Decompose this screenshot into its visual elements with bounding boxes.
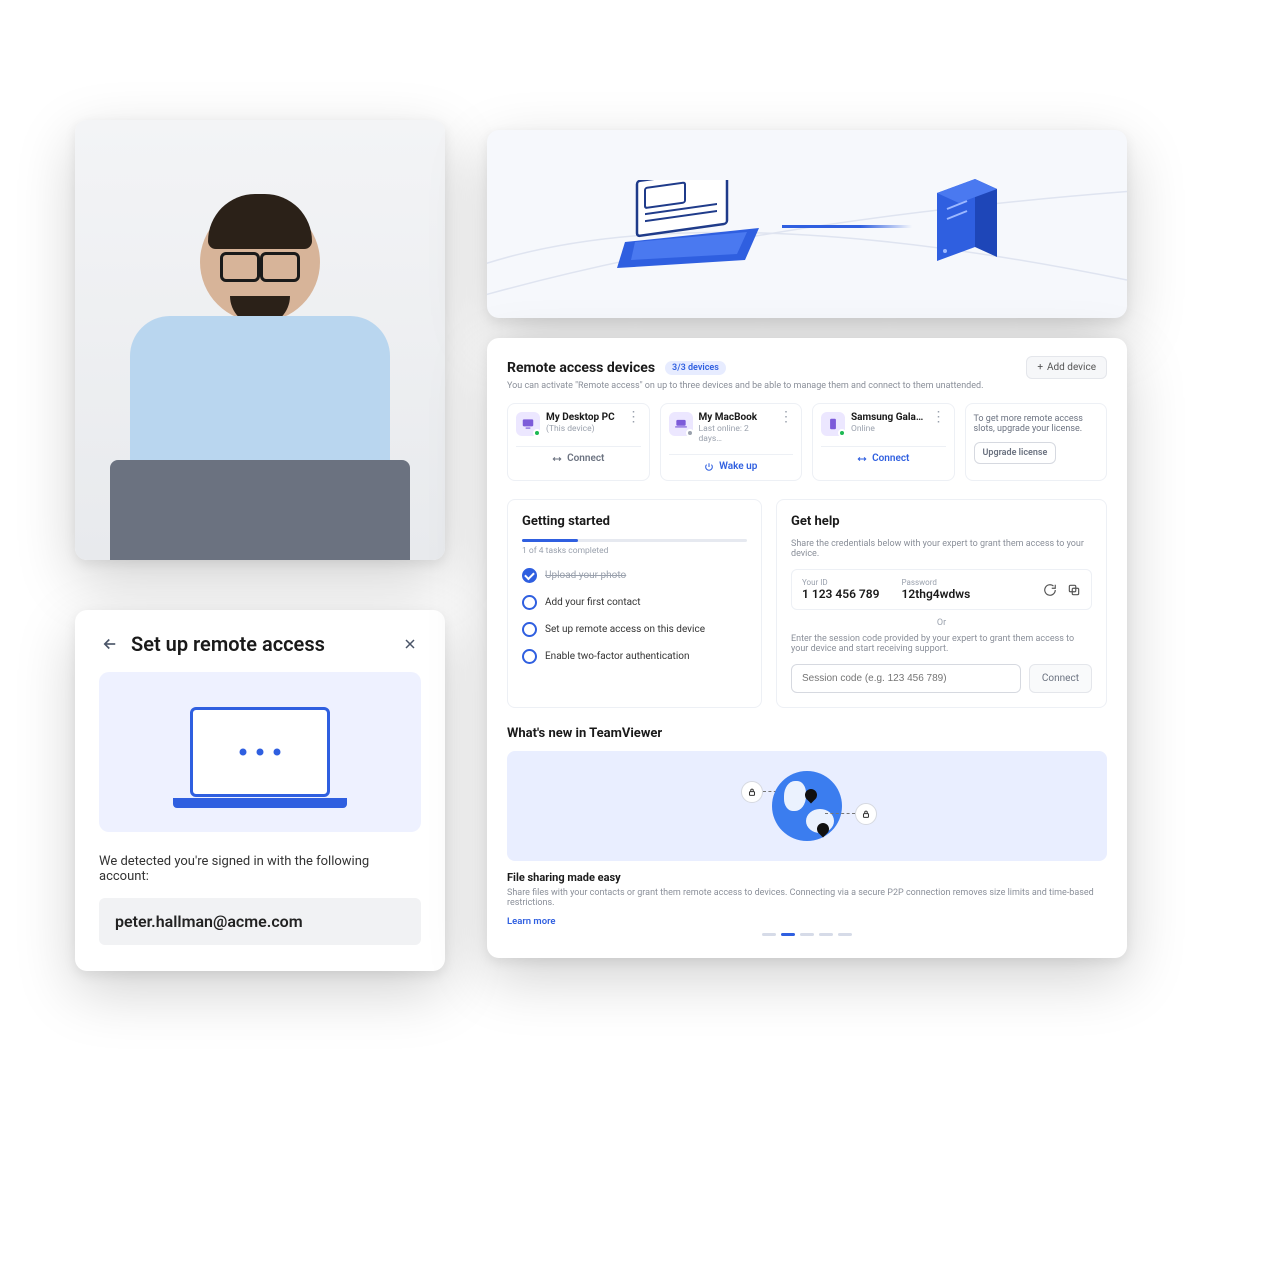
connect-button[interactable]: Connect	[1029, 664, 1092, 693]
task-item[interactable]: Upload your photo	[522, 568, 747, 583]
learn-more-link[interactable]: Learn more	[507, 916, 1107, 927]
device-card: My MacBook Last online: 2 days… ⋮ Wake u…	[660, 403, 803, 481]
getting-started-title: Getting started	[522, 514, 747, 529]
device-name: My MacBook	[699, 412, 774, 424]
carousel-pager[interactable]	[507, 933, 1107, 936]
get-help-enter-text: Enter the session code provided by your …	[791, 634, 1092, 654]
progress-bar	[522, 539, 747, 542]
session-code-input[interactable]	[791, 664, 1021, 693]
getting-started-panel: Getting started 1 of 4 tasks completed U…	[507, 499, 762, 708]
add-device-label: Add device	[1047, 362, 1096, 373]
whats-new-item-title: File sharing made easy	[507, 871, 1107, 884]
credentials-box: Your ID 1 123 456 789 Password 12thg4wdw…	[791, 569, 1092, 610]
globe-icon	[772, 771, 842, 841]
dashboard-card: Remote access devices 3/3 devices + Add …	[487, 338, 1127, 958]
whats-new-banner	[507, 751, 1107, 861]
back-arrow-icon[interactable]	[99, 633, 121, 655]
status-dot-online	[533, 429, 541, 437]
device-status: Last online: 2 days…	[699, 424, 774, 444]
devices-subtitle: You can activate "Remote access" on up t…	[507, 381, 1107, 391]
laptop-icon	[617, 180, 767, 270]
circle-icon	[522, 595, 537, 610]
circle-icon	[522, 649, 537, 664]
task-item[interactable]: Add your first contact	[522, 595, 747, 610]
more-icon[interactable]: ⋮	[779, 412, 793, 422]
upgrade-text: To get more remote access slots, upgrade…	[974, 414, 1099, 434]
password-label: Password	[902, 578, 971, 587]
hero-illustration-card	[487, 130, 1127, 318]
device-card: Samsung Galaxy… Online ⋮ Connect	[812, 403, 955, 481]
get-help-share-text: Share the credentials below with your ex…	[791, 539, 1092, 559]
task-label: Set up remote access on this device	[545, 624, 705, 635]
more-icon[interactable]: ⋮	[627, 412, 641, 422]
whats-new-section: What's new in TeamViewer File sharing ma…	[507, 726, 1107, 936]
background-curves	[487, 130, 1127, 318]
status-dot-offline	[686, 429, 694, 437]
person-illustration	[130, 202, 390, 496]
laptop-illustration	[110, 460, 410, 560]
task-item[interactable]: Enable two-factor authentication	[522, 649, 747, 664]
whats-new-title: What's new in TeamViewer	[507, 726, 1107, 741]
device-connect-button[interactable]: Connect	[821, 446, 946, 464]
add-device-button[interactable]: + Add device	[1026, 356, 1107, 379]
get-help-title: Get help	[791, 514, 1092, 529]
setup-illustration	[99, 672, 421, 832]
or-divider: Or	[791, 618, 1092, 628]
close-icon[interactable]	[399, 633, 421, 655]
task-label: Upload your photo	[545, 570, 626, 581]
devices-title: Remote access devices	[507, 360, 655, 376]
status-dot-online	[838, 429, 846, 437]
task-label: Enable two-factor authentication	[545, 651, 690, 662]
more-icon[interactable]: ⋮	[932, 412, 946, 422]
device-status: (This device)	[546, 424, 621, 434]
photo-background	[75, 120, 445, 560]
plus-icon: +	[1037, 362, 1043, 373]
device-wakeup-button[interactable]: Wake up	[669, 454, 794, 472]
copy-icon[interactable]	[1067, 583, 1081, 597]
password-value: 12thg4wdws	[902, 587, 971, 601]
lock-icon	[855, 803, 877, 825]
device-card: My Desktop PC (This device) ⋮ Connect	[507, 403, 650, 481]
circle-icon	[522, 622, 537, 637]
device-name: Samsung Galaxy…	[851, 412, 926, 424]
task-label: Add your first contact	[545, 597, 641, 608]
power-icon	[704, 462, 714, 472]
server-icon	[927, 175, 1007, 275]
upgrade-card: To get more remote access slots, upgrade…	[965, 403, 1108, 481]
device-status: Online	[851, 424, 926, 434]
upgrade-license-button[interactable]: Upgrade license	[974, 442, 1057, 464]
device-connect-button[interactable]: Connect	[516, 446, 641, 464]
get-help-panel: Get help Share the credentials below wit…	[776, 499, 1107, 708]
task-item[interactable]: Set up remote access on this device	[522, 622, 747, 637]
refresh-icon[interactable]	[1043, 583, 1057, 597]
check-circle-icon	[522, 568, 537, 583]
progress-text: 1 of 4 tasks completed	[522, 546, 747, 556]
swap-icon	[857, 454, 867, 464]
device-action-label: Connect	[872, 453, 909, 464]
setup-title: Set up remote access	[131, 632, 389, 656]
whats-new-item-body: Share files with your contacts or grant …	[507, 888, 1107, 908]
devices-count-badge: 3/3 devices	[665, 361, 726, 375]
connection-line-icon	[782, 225, 912, 228]
device-name: My Desktop PC	[546, 412, 621, 424]
setup-detected-text: We detected you're signed in with the fo…	[99, 854, 421, 884]
user-photo-card	[75, 120, 445, 560]
swap-icon	[552, 454, 562, 464]
setup-remote-access-modal: Set up remote access We detected you're …	[75, 610, 445, 971]
detected-email: peter.hallman@acme.com	[99, 898, 421, 945]
device-action-label: Connect	[567, 453, 604, 464]
your-id-value: 1 123 456 789	[802, 587, 880, 601]
lock-icon	[741, 781, 763, 803]
device-action-label: Wake up	[719, 461, 757, 472]
your-id-label: Your ID	[802, 578, 880, 587]
